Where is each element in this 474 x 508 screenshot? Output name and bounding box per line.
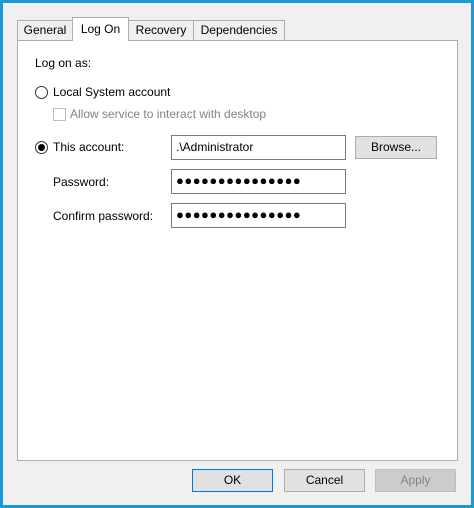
- account-input[interactable]: .\Administrator: [171, 135, 346, 160]
- interact-desktop-checkbox[interactable]: [53, 108, 66, 121]
- log-on-panel: Log on as: Local System account Allow se…: [17, 40, 458, 461]
- local-system-label[interactable]: Local System account: [53, 85, 170, 99]
- local-system-radio[interactable]: [35, 86, 48, 99]
- browse-button[interactable]: Browse...: [355, 136, 437, 159]
- cancel-button[interactable]: Cancel: [284, 469, 365, 492]
- tab-dependencies[interactable]: Dependencies: [193, 20, 285, 40]
- tab-recovery[interactable]: Recovery: [128, 20, 194, 40]
- confirm-password-input[interactable]: ●●●●●●●●●●●●●●●: [171, 203, 346, 228]
- this-account-radio[interactable]: [35, 141, 48, 154]
- properties-dialog: General Log On Recovery Dependencies Log…: [3, 3, 471, 505]
- log-on-as-label: Log on as:: [35, 56, 92, 70]
- radio-selected-dot: [38, 144, 45, 151]
- tab-general[interactable]: General: [17, 20, 73, 40]
- apply-button[interactable]: Apply: [375, 469, 456, 492]
- this-account-label[interactable]: This account:: [53, 140, 124, 154]
- password-input[interactable]: ●●●●●●●●●●●●●●●: [171, 169, 346, 194]
- tab-log-on[interactable]: Log On: [72, 17, 129, 41]
- interact-desktop-label: Allow service to interact with desktop: [70, 107, 267, 121]
- ok-button[interactable]: OK: [192, 469, 273, 492]
- password-label: Password:: [53, 175, 110, 189]
- confirm-password-label: Confirm password:: [53, 209, 154, 223]
